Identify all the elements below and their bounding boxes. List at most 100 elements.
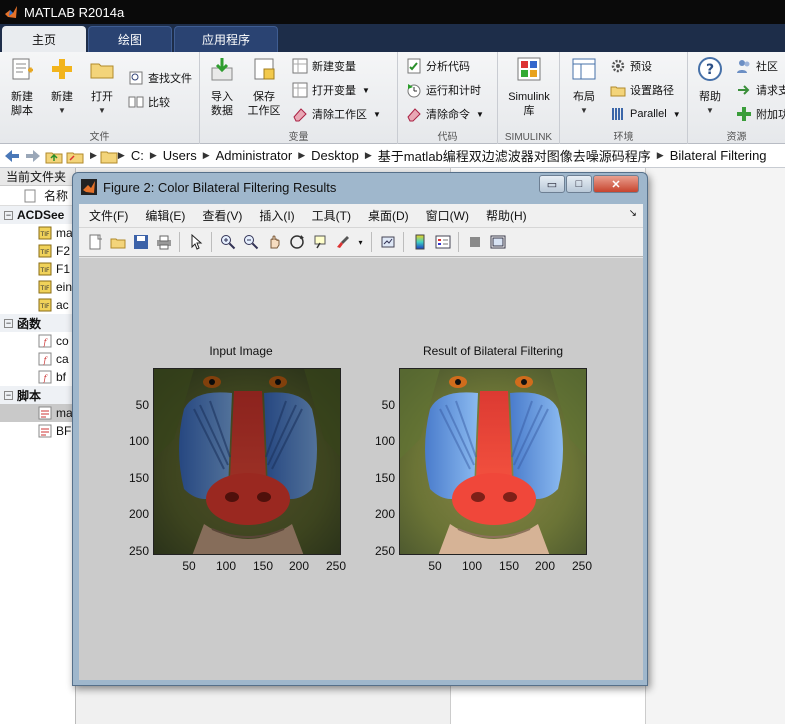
close-button[interactable]: ✕: [593, 175, 639, 193]
open-variable-button[interactable]: 打开变量 ▼: [292, 80, 370, 100]
menu-insert[interactable]: 插入(I): [259, 207, 294, 224]
brush-icon[interactable]: [334, 233, 352, 251]
edit-plot-arrow-icon[interactable]: [187, 233, 205, 251]
breadcrumb-drive[interactable]: C:: [131, 148, 144, 163]
list-item[interactable]: TIF ma: [0, 224, 75, 242]
plot-title-result: Result of Bilateral Filtering: [422, 344, 564, 358]
eraser-icon: [407, 108, 421, 122]
zoom-in-icon[interactable]: [219, 233, 237, 251]
ribbon-group-environment: 布局 ▼ 预设 设置路径 Parallel ▼ 环境: [560, 52, 688, 144]
menu-view[interactable]: 查看(V): [202, 207, 242, 224]
minimize-button[interactable]: ▭: [539, 175, 565, 193]
tree-section-scripts[interactable]: − 脚本: [0, 386, 75, 404]
collapse-icon[interactable]: −: [4, 390, 13, 400]
path-separator: ▶: [149, 150, 157, 160]
import-data-button[interactable]: 导入 数据: [202, 56, 242, 118]
colorbar-icon[interactable]: [411, 233, 429, 251]
compare-icon: [128, 96, 144, 108]
link-plot-icon[interactable]: [379, 233, 397, 251]
simulink-library-button[interactable]: Simulink 库: [502, 56, 556, 118]
menu-tools[interactable]: 工具(T): [312, 207, 351, 224]
clear-workspace-button[interactable]: 清除工作区 ▼: [292, 104, 381, 124]
figure-window[interactable]: Figure 2: Color Bilateral Filtering Resu…: [72, 172, 648, 686]
toolbar-separator: [371, 232, 372, 252]
legend-icon[interactable]: [434, 233, 452, 251]
rotate-3d-icon[interactable]: [288, 233, 306, 251]
save-workspace-button[interactable]: 保存 工作区: [244, 56, 284, 118]
maximize-button[interactable]: □: [566, 175, 592, 193]
save-icon[interactable]: [132, 233, 150, 251]
simulink-library-icon: [517, 57, 541, 81]
new-variable-button[interactable]: 新建变量: [292, 56, 356, 76]
result-image-axes[interactable]: [399, 368, 587, 555]
tab-plots[interactable]: 绘图: [88, 26, 172, 52]
analyze-code-button[interactable]: 分析代码: [406, 56, 470, 76]
group-label-simulink: SIMULINK: [504, 132, 553, 143]
input-image-axes[interactable]: [153, 368, 341, 555]
forward-arrow-icon[interactable]: [24, 147, 42, 165]
browse-folder-icon[interactable]: [66, 147, 84, 165]
tree-section-functions[interactable]: − 函数: [0, 314, 75, 332]
layout-button[interactable]: 布局 ▼: [564, 56, 604, 118]
list-item[interactable]: f ca: [0, 350, 75, 368]
dropdown-arrow-icon[interactable]: ▾: [357, 233, 365, 251]
menu-edit[interactable]: 编辑(E): [145, 207, 185, 224]
menu-window[interactable]: 窗口(W): [426, 207, 469, 224]
community-button[interactable]: 社区: [736, 56, 778, 76]
menu-help[interactable]: 帮助(H): [486, 207, 527, 224]
up-folder-icon[interactable]: [45, 147, 63, 165]
list-item[interactable]: TIF ac: [0, 296, 75, 314]
new-button[interactable]: 新建 ▼: [42, 56, 82, 118]
list-item[interactable]: f co: [0, 332, 75, 350]
y-tick-label: 250: [374, 544, 395, 558]
menu-desktop[interactable]: 桌面(D): [368, 207, 409, 224]
add-ons-button[interactable]: 附加功: [736, 104, 785, 124]
preferences-button[interactable]: 预设: [610, 56, 652, 76]
path-separator: ▶: [298, 150, 306, 160]
clear-commands-button[interactable]: 清除命令 ▼: [406, 104, 484, 124]
list-item[interactable]: ma: [0, 404, 75, 422]
dock-arrow-icon[interactable]: ↘: [629, 208, 637, 219]
figure-canvas[interactable]: Input Image 50 100 150 200 250 50 100 15…: [79, 257, 643, 680]
zoom-out-icon[interactable]: [242, 233, 260, 251]
list-item[interactable]: TIF F2: [0, 242, 75, 260]
request-support-button[interactable]: 请求支: [736, 80, 785, 100]
name-column-header[interactable]: 名称: [0, 186, 75, 206]
data-cursor-icon[interactable]: [311, 233, 329, 251]
breadcrumb-administrator[interactable]: Administrator: [216, 148, 293, 163]
compare-button[interactable]: 比较: [128, 92, 170, 112]
new-figure-icon[interactable]: [86, 233, 104, 251]
pan-hand-icon[interactable]: [265, 233, 283, 251]
breadcrumb-users[interactable]: Users: [163, 148, 197, 163]
tab-home[interactable]: 主页: [2, 26, 86, 52]
svg-text:?: ?: [706, 62, 714, 78]
tab-apps[interactable]: 应用程序: [174, 26, 278, 52]
breadcrumb-project-folder[interactable]: 基于matlab编程双边滤波器对图像去噪源码程序: [378, 146, 651, 165]
open-file-icon[interactable]: [109, 233, 127, 251]
show-plot-tools-icon[interactable]: [489, 233, 507, 251]
hide-plot-tools-icon[interactable]: [466, 233, 484, 251]
image-file-icon: TIF: [38, 280, 52, 294]
set-path-button[interactable]: 设置路径: [610, 80, 674, 100]
new-script-button[interactable]: 新建 脚本: [2, 56, 42, 118]
list-item[interactable]: TIF F1: [0, 260, 75, 278]
help-button[interactable]: ? 帮助 ▼: [690, 56, 730, 118]
print-icon[interactable]: [155, 233, 173, 251]
list-item[interactable]: BF: [0, 422, 75, 440]
file-icon: [24, 189, 36, 202]
tree-section-acdsee[interactable]: − ACDSee: [0, 206, 75, 224]
figure-title: Figure 2: Color Bilateral Filtering Resu…: [103, 179, 337, 195]
list-item[interactable]: f bf: [0, 368, 75, 386]
list-item[interactable]: TIF ein: [0, 278, 75, 296]
breadcrumb-bilateral-filtering[interactable]: Bilateral Filtering: [670, 148, 767, 163]
collapse-icon[interactable]: −: [4, 318, 13, 328]
toolbar-separator: [179, 232, 180, 252]
parallel-button[interactable]: Parallel ▼: [610, 104, 681, 124]
breadcrumb-desktop[interactable]: Desktop: [311, 148, 359, 163]
open-button[interactable]: 打开 ▼: [82, 56, 122, 118]
run-and-time-button[interactable]: 运行和计时: [406, 80, 481, 100]
menu-file[interactable]: 文件(F): [89, 207, 128, 224]
collapse-icon[interactable]: −: [4, 210, 13, 220]
back-arrow-icon[interactable]: [3, 147, 21, 165]
find-files-button[interactable]: 查找文件: [128, 68, 192, 88]
